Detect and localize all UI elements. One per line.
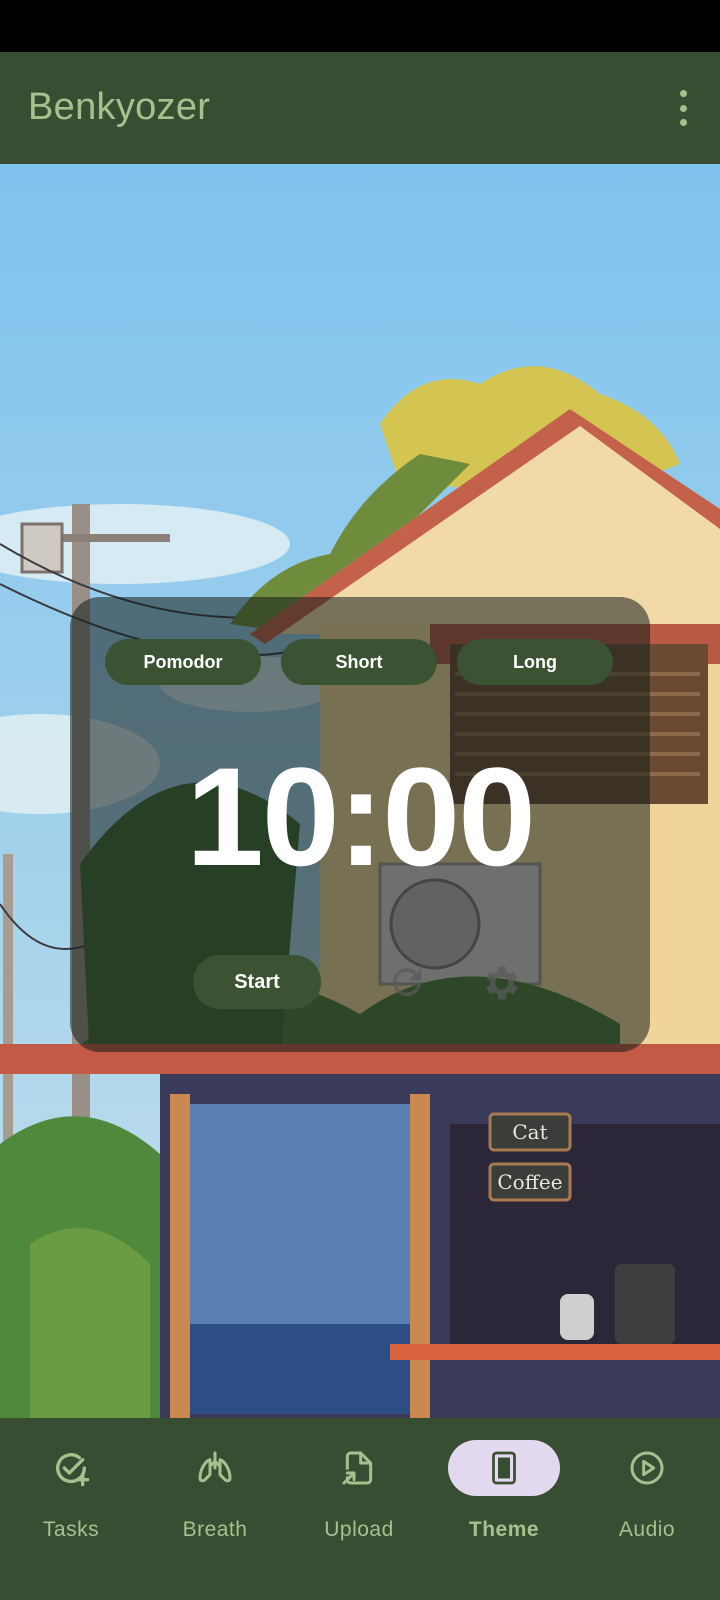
settings-gear-icon[interactable]: [478, 961, 522, 1005]
nav-item-breath[interactable]: Breath: [145, 1440, 285, 1560]
sign-coffee: Coffee: [497, 1170, 562, 1194]
nav-pill-theme: [448, 1440, 560, 1496]
nav-label-audio: Audio: [618, 1518, 676, 1541]
start-button[interactable]: Start: [193, 955, 321, 1009]
nav-label-tasks: Tasks: [42, 1518, 100, 1541]
theme-phone-icon: [492, 1451, 516, 1485]
nav-item-audio[interactable]: Audio: [577, 1440, 717, 1560]
nav-pill-tasks: [15, 1440, 127, 1496]
sign-cat: Cat: [512, 1120, 547, 1144]
bottom-navigation: Tasks Breath Upload Theme Audio: [0, 1418, 720, 1600]
nav-label-theme: Theme: [468, 1518, 540, 1541]
timer-card: Pomodor Short Long 10:00 Start: [70, 597, 650, 1052]
task-add-icon: [56, 1453, 90, 1487]
status-bar: [0, 0, 720, 52]
mode-long-button[interactable]: Long: [457, 639, 613, 685]
app-title: Benkyozer: [28, 86, 211, 128]
lungs-icon: [198, 1451, 232, 1483]
app-bar: Benkyozer: [0, 52, 720, 164]
reset-icon[interactable]: [386, 961, 428, 1003]
timer-display: 10:00: [185, 738, 536, 895]
nav-item-upload[interactable]: Upload: [289, 1440, 429, 1560]
overflow-menu-icon[interactable]: [676, 90, 690, 126]
nav-label-upload: Upload: [324, 1518, 394, 1541]
nav-pill-upload: [303, 1440, 415, 1496]
nav-pill-breath: [159, 1440, 271, 1496]
nav-item-theme[interactable]: Theme: [434, 1440, 574, 1560]
mode-pomodoro-button[interactable]: Pomodor: [105, 639, 261, 685]
nav-pill-audio: [591, 1440, 703, 1496]
nav-item-tasks[interactable]: Tasks: [1, 1440, 141, 1560]
play-circle-icon: [630, 1451, 664, 1485]
nav-label-breath: Breath: [182, 1518, 248, 1541]
mode-short-button[interactable]: Short: [281, 639, 437, 685]
upload-file-icon: [342, 1451, 373, 1485]
